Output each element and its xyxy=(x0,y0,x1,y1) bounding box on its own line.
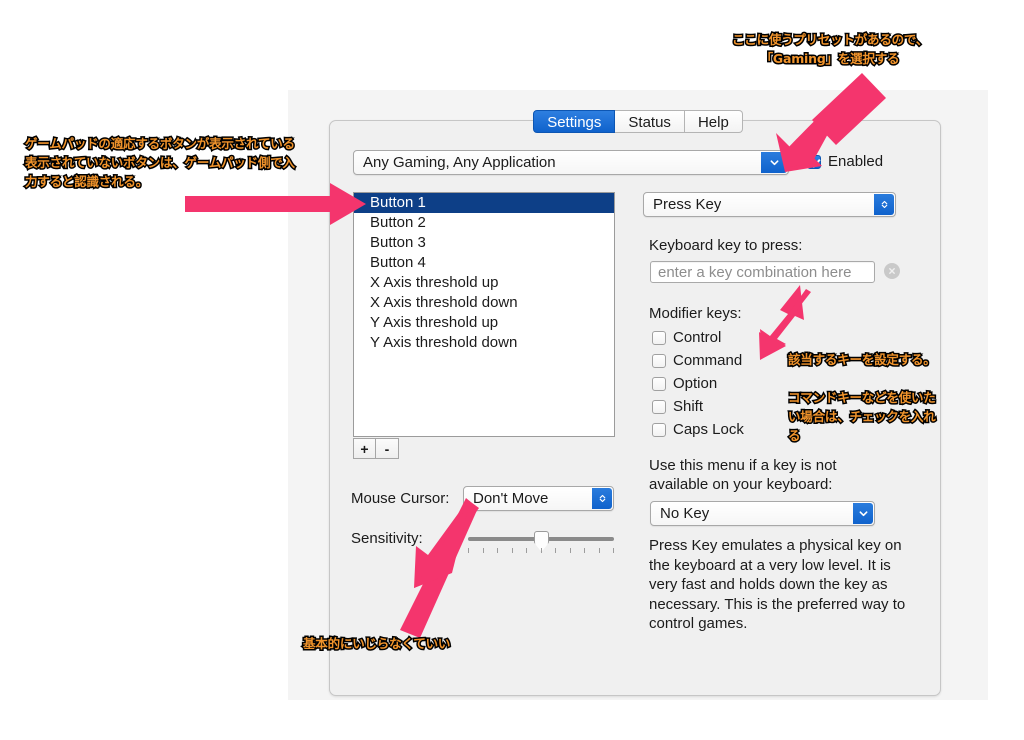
action-dropdown-value: Press Key xyxy=(653,196,722,213)
list-buttons: + - xyxy=(353,438,399,459)
list-item[interactable]: Button 2 xyxy=(354,213,614,233)
list-item[interactable]: Button 4 xyxy=(354,253,614,273)
list-item[interactable]: Button 3 xyxy=(354,233,614,253)
tab-bar: Settings Status Help xyxy=(288,109,988,133)
key-combination-input[interactable]: enter a key combination here xyxy=(650,261,875,283)
add-button[interactable]: + xyxy=(353,438,376,459)
modifier-capslock-row[interactable]: Caps Lock xyxy=(652,421,744,438)
mouse-cursor-dropdown[interactable]: Don't Move xyxy=(463,486,614,511)
modifier-capslock-label: Caps Lock xyxy=(673,421,744,438)
fallback-menu-label-line2: available on your keyboard: xyxy=(649,476,833,493)
modifier-control-checkbox[interactable] xyxy=(652,330,666,345)
annotation-modifier: コマンドキーなどを使いた い場合は、チェックを入れ る コマンドキーなどを使いた… xyxy=(787,389,938,445)
clear-circle-icon[interactable] xyxy=(884,263,900,279)
slider-ticks xyxy=(468,548,614,554)
annotation-top-left: ゲームパッドの適応するボタンが表示されている 表示されていないボタンは、ゲームパ… xyxy=(24,135,297,191)
tab-help[interactable]: Help xyxy=(684,109,743,133)
stepper-updown-icon xyxy=(592,488,612,509)
sensitivity-label: Sensitivity: xyxy=(351,530,423,547)
fallback-menu-label-line1: Use this menu if a key is not xyxy=(649,457,837,474)
modifier-control-label: Control xyxy=(673,329,722,346)
modifier-option-checkbox[interactable] xyxy=(652,376,666,391)
tab-status[interactable]: Status xyxy=(615,109,685,133)
preset-dropdown-value: Any Gaming, Any Application xyxy=(363,154,556,171)
enabled-checkbox[interactable] xyxy=(807,154,821,169)
mouse-cursor-value: Don't Move xyxy=(473,490,549,507)
modifier-shift-row[interactable]: Shift xyxy=(652,398,703,415)
no-key-dropdown-value: No Key xyxy=(660,505,710,522)
annotation-top-right: ここに使うプリセットがあるので、 「Gaming」を選択する ここに使うプリセッ… xyxy=(730,31,929,68)
action-dropdown[interactable]: Press Key xyxy=(643,192,896,217)
modifier-shift-checkbox[interactable] xyxy=(652,399,666,414)
annotation-bottom: 基本的にいじらなくていい 基本的にいじらなくていい xyxy=(301,635,451,653)
modifier-shift-label: Shift xyxy=(673,398,704,415)
chevron-down-icon xyxy=(761,152,787,173)
mouse-cursor-label: Mouse Cursor: xyxy=(351,490,450,507)
no-key-dropdown[interactable]: No Key xyxy=(650,501,875,526)
remove-button[interactable]: - xyxy=(376,438,399,459)
modifier-option-label: Option xyxy=(673,375,718,392)
sensitivity-slider[interactable] xyxy=(468,530,614,556)
tab-settings[interactable]: Settings xyxy=(533,109,616,133)
stepper-updown-icon xyxy=(874,194,894,215)
modifier-control-row[interactable]: Control xyxy=(652,329,721,346)
preset-dropdown[interactable]: Any Gaming, Any Application xyxy=(353,150,789,175)
list-item[interactable]: Y Axis threshold up xyxy=(354,313,614,333)
list-item[interactable]: Button 1 xyxy=(354,193,614,213)
chevron-down-icon xyxy=(853,503,873,524)
button-list[interactable]: Button 1 Button 2 Button 3 Button 4 X Ax… xyxy=(353,192,615,437)
modifier-command-label: Command xyxy=(673,352,743,369)
modifier-command-row[interactable]: Command xyxy=(652,352,742,369)
enabled-checkbox-row[interactable]: Enabled xyxy=(807,153,883,170)
key-combination-value: enter a key combination here xyxy=(658,263,852,281)
list-item[interactable]: Y Axis threshold down xyxy=(354,333,614,353)
press-key-description: Press Key emulates a physical key on the… xyxy=(649,537,906,632)
modifier-command-checkbox[interactable] xyxy=(652,353,666,368)
modifier-option-row[interactable]: Option xyxy=(652,375,717,392)
modifier-capslock-checkbox[interactable] xyxy=(652,422,666,437)
enabled-label: Enabled xyxy=(828,153,884,170)
modifier-keys-label: Modifier keys: xyxy=(649,305,742,322)
annotation-key-field: 該当するキーを設定する。 該当するキーを設定する。 xyxy=(787,351,938,369)
list-item[interactable]: X Axis threshold up xyxy=(354,273,614,293)
list-item[interactable]: X Axis threshold down xyxy=(354,293,614,313)
keyboard-key-label: Keyboard key to press: xyxy=(649,237,803,254)
